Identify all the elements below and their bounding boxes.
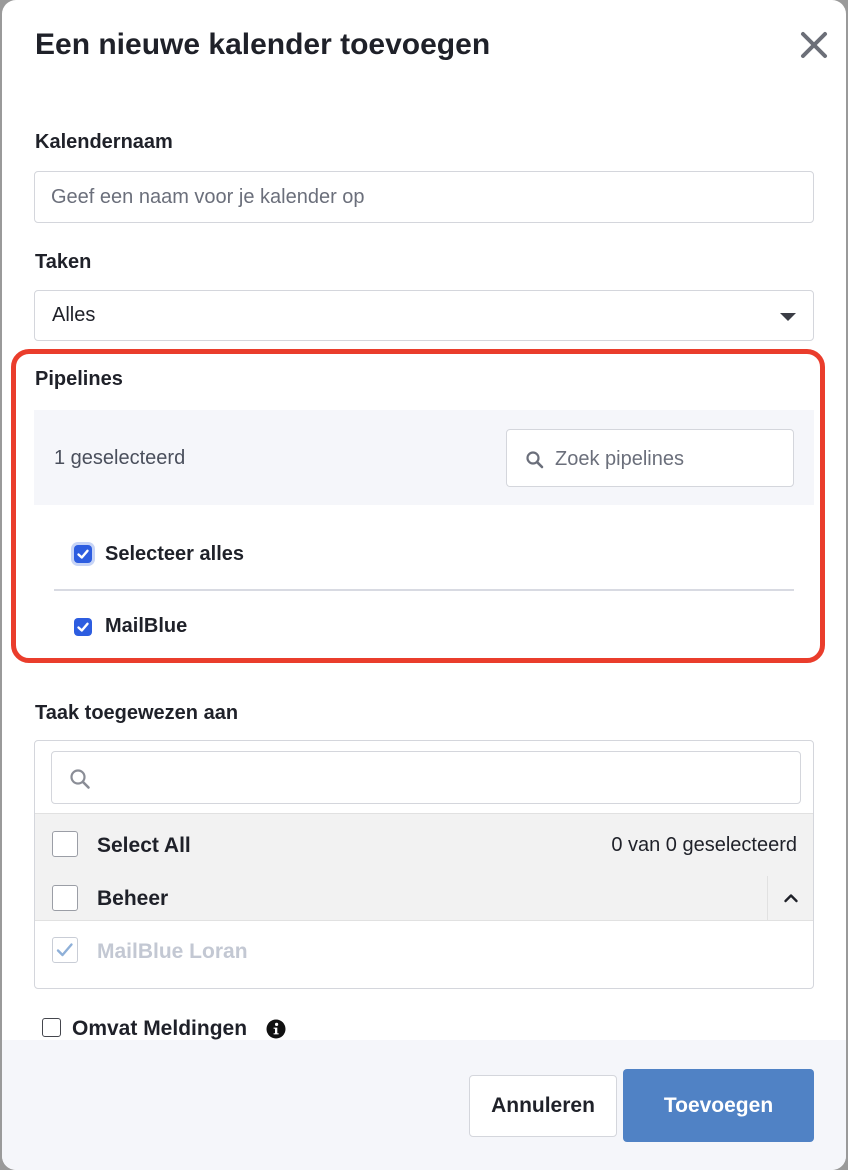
select-all-checkbox[interactable] (52, 831, 78, 857)
search-icon (70, 769, 90, 789)
group-beheer-checkbox[interactable] (52, 885, 78, 911)
calendar-name-label: Kalendernaam (35, 131, 173, 153)
group-beheer-label: Beheer (97, 887, 169, 910)
pipelines-divider (54, 589, 794, 591)
pipelines-select-all-label[interactable]: Selecteer alles (105, 543, 244, 566)
check-icon (77, 549, 89, 559)
notifications-checkbox[interactable] (42, 1018, 61, 1037)
group-row-beheer: Beheer (35, 876, 813, 921)
chevron-up-icon (784, 894, 798, 903)
select-all-label[interactable]: Select All (97, 834, 191, 858)
add-button[interactable]: Toevoegen (623, 1069, 814, 1142)
user-mailblue-loran-checkbox (52, 937, 78, 963)
pipelines-search-input[interactable]: Zoek pipelines (506, 429, 794, 487)
notifications-label[interactable]: Omvat Meldingen (72, 1017, 247, 1041)
tasks-select[interactable]: Alles (34, 290, 814, 341)
tasks-label: Taken (35, 251, 92, 273)
select-all-row: Select All 0 van 0 geselecteerd (35, 813, 813, 877)
dialog-title: Een nieuwe kalender toevoegen (35, 28, 491, 61)
check-icon (56, 943, 73, 957)
user-mailblue-loran-label: MailBlue Loran (97, 940, 248, 963)
close-icon[interactable] (796, 27, 832, 63)
add-calendar-dialog: Een nieuwe kalender toevoegen Kalenderna… (2, 0, 846, 1170)
pipelines-search-placeholder: Zoek pipelines (555, 448, 684, 470)
pipelines-label: Pipelines (35, 368, 123, 390)
pipelines-toolbar: 1 geselecteerd Zoek pipelines (34, 410, 814, 505)
caret-down-icon (780, 313, 796, 321)
assigned-to-search-input[interactable] (51, 751, 801, 804)
collapse-group-button[interactable] (767, 876, 813, 920)
assigned-count: 0 van 0 geselecteerd (611, 834, 797, 856)
assigned-to-label: Taak toegewezen aan (35, 702, 239, 724)
pipelines-select-all-checkbox[interactable] (74, 545, 92, 563)
pipelines-selected-count: 1 geselecteerd (54, 447, 186, 469)
info-icon[interactable] (266, 1019, 286, 1039)
calendar-name-input[interactable] (34, 171, 814, 223)
check-icon (77, 622, 89, 632)
tasks-selected-value: Alles (52, 304, 96, 326)
cancel-button[interactable]: Annuleren (469, 1075, 617, 1137)
dialog-footer: Annuleren Toevoegen (2, 1040, 846, 1170)
pipeline-item-mailblue-label[interactable]: MailBlue (105, 615, 187, 638)
pipeline-item-mailblue-checkbox[interactable] (74, 618, 92, 636)
search-icon (526, 451, 544, 469)
assigned-to-panel: Select All 0 van 0 geselecteerd Beheer M… (34, 740, 814, 989)
